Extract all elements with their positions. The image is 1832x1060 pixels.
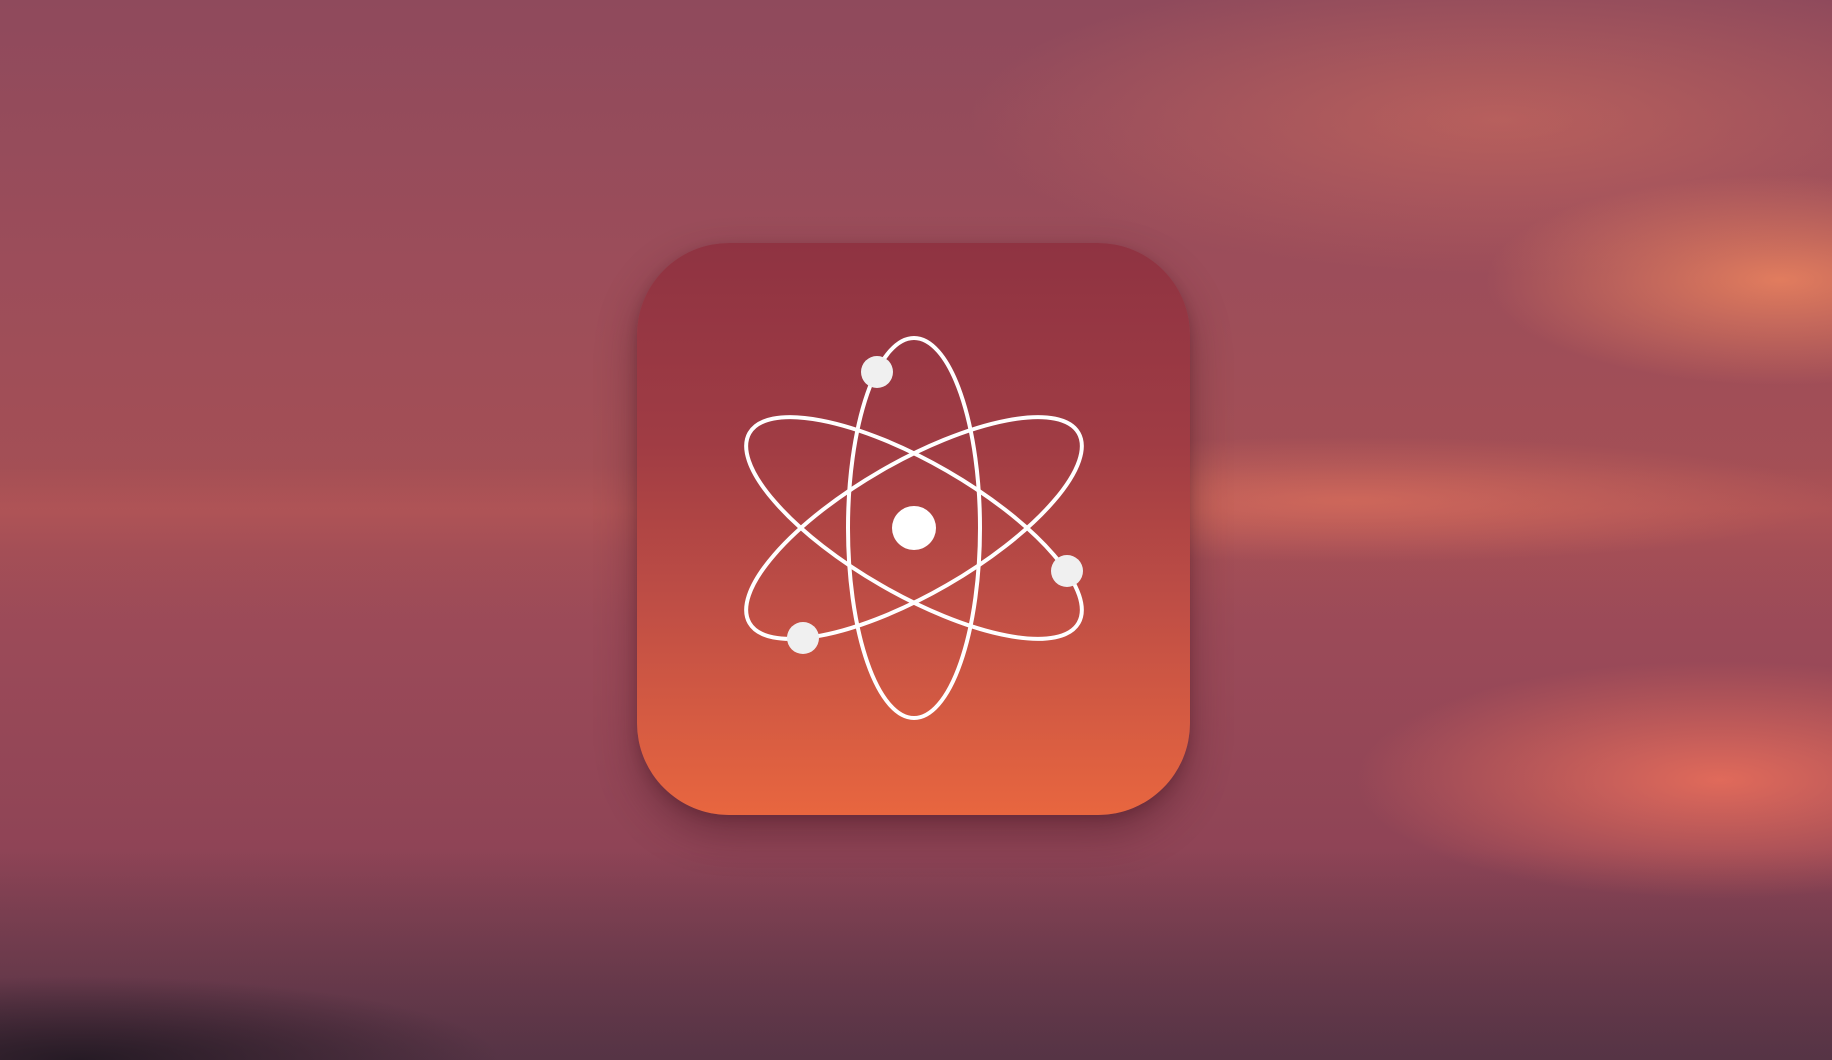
electron-top	[861, 356, 893, 388]
atom-icon	[744, 336, 1084, 720]
app-icon-tile[interactable]	[637, 243, 1190, 815]
nucleus	[892, 506, 936, 550]
electron-left	[787, 622, 819, 654]
electron-right	[1051, 555, 1083, 587]
